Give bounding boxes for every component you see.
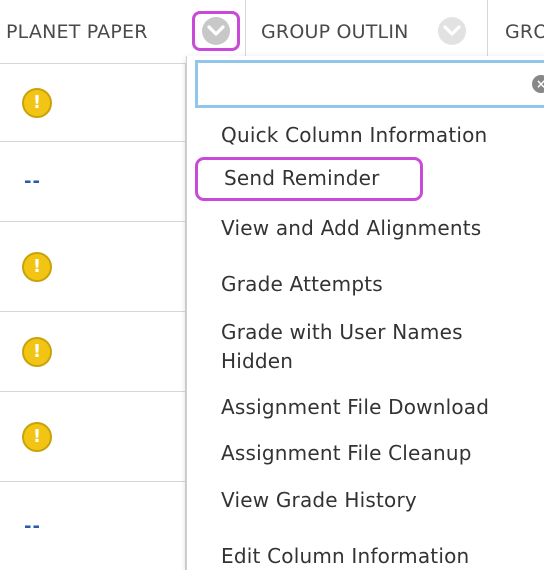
column-header-label: PLANET PAPER: [6, 21, 148, 43]
column-context-menu: × Quick Column Information Send Reminder…: [186, 56, 544, 570]
exclamation-circle-icon: !: [22, 87, 52, 118]
menu-item-grade-with-user-names-hidden[interactable]: Hidden: [221, 347, 293, 375]
column-header-label: GROUP OUTLIN: [261, 21, 409, 43]
grade-cell[interactable]: !: [0, 222, 185, 312]
grade-cell[interactable]: --: [0, 142, 185, 222]
grade-cell[interactable]: --: [0, 482, 185, 570]
menu-item-grade-with-user-names[interactable]: Grade with User Names: [221, 318, 463, 346]
menu-item-quick-column-information[interactable]: Quick Column Information: [221, 121, 487, 149]
column-header-label: GRO: [505, 21, 544, 43]
menu-item-edit-column-information[interactable]: Edit Column Information: [221, 542, 469, 570]
grade-cell[interactable]: !: [0, 312, 185, 392]
menu-item-send-reminder[interactable]: Send Reminder: [195, 157, 423, 201]
grade-value: --: [24, 171, 41, 192]
grade-column: ! -- ! ! ! --: [0, 64, 186, 570]
column-header-group[interactable]: GRO: [489, 0, 544, 64]
menu-search-field[interactable]: ×: [195, 60, 544, 108]
menu-item-grade-attempts[interactable]: Grade Attempts: [221, 270, 383, 298]
clear-x-icon[interactable]: ×: [532, 75, 544, 93]
exclamation-circle-icon: !: [22, 421, 52, 452]
grade-value: --: [24, 515, 41, 537]
exclamation-circle-icon: !: [22, 251, 52, 282]
menu-item-view-and-add-alignments[interactable]: View and Add Alignments: [221, 214, 481, 242]
chevron-down-icon: [202, 17, 230, 45]
grade-center-header: PLANET PAPER GROUP OUTLIN GRO: [0, 0, 544, 64]
menu-item-view-grade-history[interactable]: View Grade History: [221, 486, 417, 514]
grade-cell[interactable]: !: [0, 392, 185, 482]
column-menu-button-group-outline[interactable]: [435, 14, 469, 48]
chevron-down-icon: [438, 17, 466, 45]
grade-cell[interactable]: !: [0, 64, 185, 142]
menu-item-assignment-file-download[interactable]: Assignment File Download: [221, 393, 489, 421]
exclamation-circle-icon: !: [22, 336, 52, 367]
column-menu-button-planet-paper[interactable]: [192, 11, 240, 51]
menu-item-assignment-file-cleanup[interactable]: Assignment File Cleanup: [221, 439, 472, 467]
